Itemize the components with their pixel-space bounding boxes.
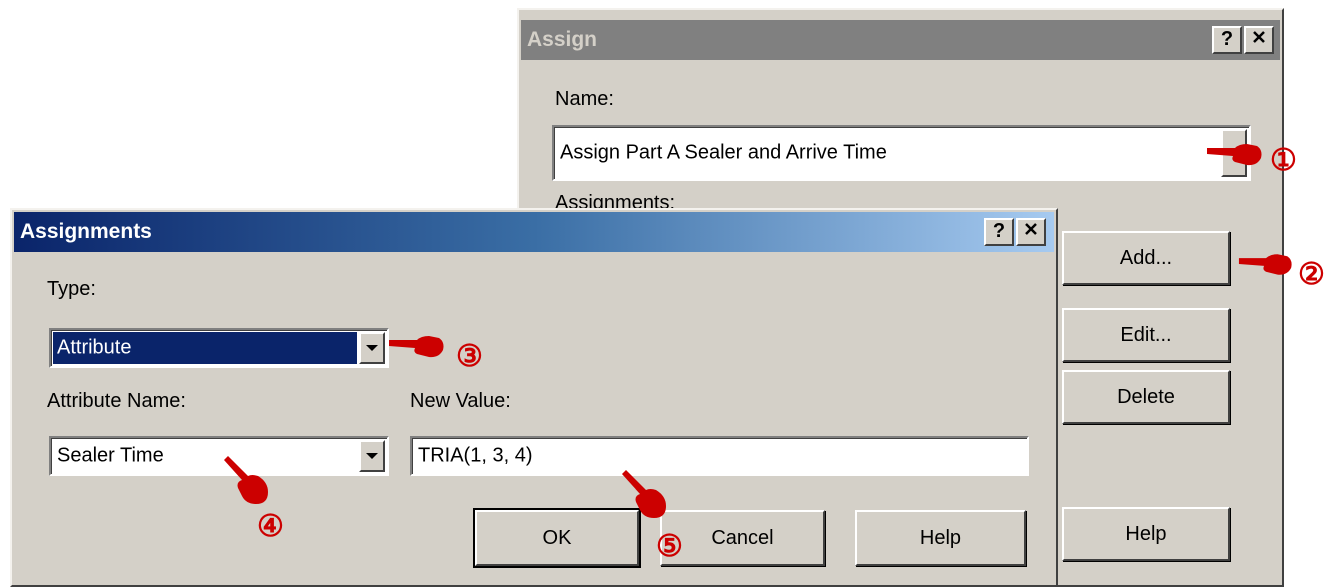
- close-icon: [1253, 31, 1265, 43]
- annotation-number-5: ⑤: [656, 530, 683, 563]
- name-value: Assign Part A Sealer and Arrive Time: [560, 141, 887, 164]
- assignments-title: Assignments: [20, 220, 152, 243]
- assignments-close-button[interactable]: [1016, 218, 1046, 246]
- assignments-help-button[interactable]: Help: [855, 510, 1026, 566]
- edit-button[interactable]: Edit...: [1062, 308, 1230, 362]
- pointing-hand-icon: [1207, 144, 1262, 166]
- attribute-name-combobox[interactable]: Sealer Time: [49, 436, 389, 476]
- annotation-number-2: ②: [1298, 258, 1325, 291]
- assign-close-button[interactable]: [1244, 26, 1274, 54]
- annotation-number-3: ③: [456, 340, 483, 373]
- assignments-titlebar[interactable]: Assignments ?: [14, 212, 1054, 252]
- pointing-hand-icon: [224, 456, 268, 504]
- new-value-input[interactable]: TRIA(1, 3, 4): [410, 436, 1029, 476]
- chevron-down-icon: [366, 453, 378, 459]
- assign-help-button[interactable]: Help: [1062, 507, 1230, 561]
- assignments-help-title-button[interactable]: ?: [984, 218, 1014, 246]
- add-button[interactable]: Add...: [1062, 231, 1230, 285]
- type-combobox[interactable]: Attribute: [49, 328, 389, 368]
- new-value-value: TRIA(1, 3, 4): [418, 444, 533, 467]
- name-label: Name:: [555, 88, 614, 110]
- type-value: Attribute: [57, 336, 132, 359]
- assignments-dialog: Assignments ? Type: Attribute Attribute …: [10, 208, 1058, 587]
- pointing-hand-icon: [389, 336, 444, 358]
- cancel-button[interactable]: Cancel: [660, 510, 825, 566]
- delete-button[interactable]: Delete: [1062, 370, 1230, 424]
- name-combobox[interactable]: Assign Part A Sealer and Arrive Time: [552, 125, 1251, 181]
- close-icon: [1025, 223, 1037, 235]
- pointing-hand-icon: [622, 470, 666, 518]
- pointing-hand-icon: [1238, 254, 1292, 275]
- type-dropdown-button[interactable]: [359, 332, 385, 364]
- assign-titlebar[interactable]: Assign ?: [521, 20, 1280, 60]
- assign-help-title-button[interactable]: ?: [1212, 26, 1242, 54]
- new-value-label: New Value:: [410, 390, 511, 412]
- assign-title: Assign: [527, 28, 598, 51]
- attribute-name-dropdown-button[interactable]: [359, 440, 385, 472]
- chevron-down-icon: [366, 345, 378, 351]
- annotation-number-1: ①: [1270, 144, 1297, 177]
- annotation-number-4: ④: [257, 510, 284, 543]
- attribute-name-value: Sealer Time: [57, 444, 164, 467]
- type-label: Type:: [47, 278, 96, 300]
- ok-button[interactable]: OK: [473, 508, 641, 568]
- attribute-name-label: Attribute Name:: [47, 390, 186, 412]
